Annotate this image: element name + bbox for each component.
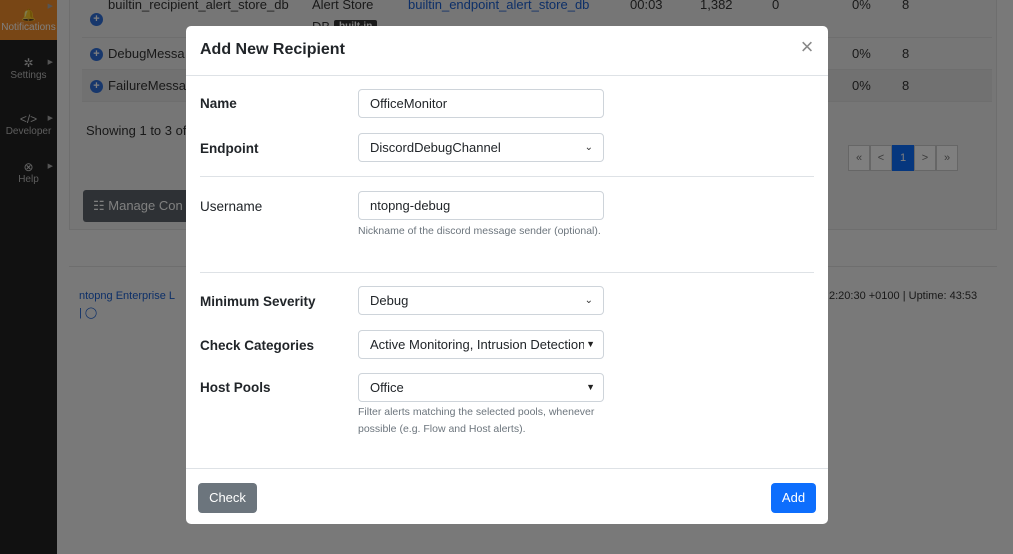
endpoint-label: Endpoint <box>200 141 259 156</box>
modal-footer: Check Add <box>186 468 828 524</box>
severity-select-value: Debug <box>370 293 409 308</box>
modal-title: Add New Recipient <box>200 41 345 58</box>
caret-down-icon: ▼ <box>584 374 595 401</box>
endpoint-select[interactable]: DiscordDebugChannel ⌄ <box>358 133 604 162</box>
check-button[interactable]: Check <box>198 483 257 513</box>
categories-label: Check Categories <box>200 338 315 353</box>
add-recipient-modal: Add New Recipient × Name OfficeMonitor E… <box>186 26 828 524</box>
severity-label: Minimum Severity <box>200 294 316 309</box>
pools-label: Host Pools <box>200 380 271 395</box>
username-label: Username <box>200 199 263 214</box>
chevron-down-icon: ⌄ <box>584 295 593 306</box>
name-input[interactable]: OfficeMonitor <box>358 89 604 118</box>
categories-select[interactable]: Active Monitoring, Intrusion Detection ▼ <box>358 330 604 359</box>
chevron-down-icon: ⌄ <box>584 142 593 153</box>
section-divider <box>200 176 814 177</box>
severity-select[interactable]: Debug ⌄ <box>358 286 604 315</box>
name-label: Name <box>200 96 237 111</box>
section-divider <box>200 272 814 273</box>
pools-help: Filter alerts matching the selected pool… <box>358 406 595 435</box>
username-help: Nickname of the discord message sender (… <box>358 225 601 237</box>
caret-down-icon: ▼ <box>584 331 595 358</box>
add-button[interactable]: Add <box>771 483 816 513</box>
categories-select-value: Active Monitoring, Intrusion Detection <box>370 337 586 352</box>
pools-select-value: Office <box>370 380 404 395</box>
endpoint-select-value: DiscordDebugChannel <box>370 140 501 155</box>
pools-select[interactable]: Office ▼ <box>358 373 604 402</box>
modal-header: Add New Recipient × <box>186 26 828 76</box>
close-icon[interactable]: × <box>796 36 818 58</box>
username-input[interactable]: ntopng-debug <box>358 191 604 220</box>
